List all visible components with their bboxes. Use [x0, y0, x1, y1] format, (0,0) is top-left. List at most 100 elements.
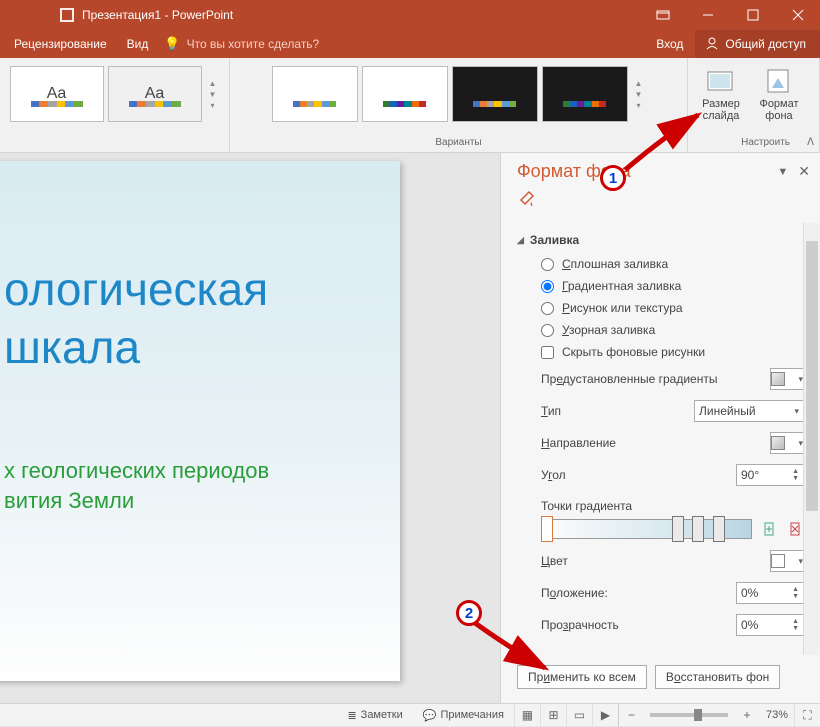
pane-header: Формат фона ▼ ✕ [501, 153, 820, 184]
variant-thumb[interactable] [362, 66, 448, 122]
radio-gradient[interactable]: Градиентная заливка [501, 275, 820, 297]
variants-up-icon[interactable]: ▲ [632, 79, 646, 88]
pane-title: Формат фона [517, 161, 777, 182]
gradient-stop[interactable] [672, 516, 684, 542]
comments-icon: 💬 [423, 709, 437, 722]
radio-pattern[interactable]: Узорная заливка [501, 319, 820, 341]
ribbon: Aa Aa ▲ ▼ ▾ ▲ ▼ ▾ Вариан [0, 58, 820, 153]
gallery-down-icon[interactable]: ▼ [206, 90, 220, 99]
type-dropdown[interactable]: Линейный▾ [694, 400, 804, 422]
minimize-icon[interactable] [685, 0, 730, 30]
format-background-button[interactable]: Формат фона [750, 62, 808, 122]
theme-thumb[interactable]: Aa [108, 66, 202, 122]
position-label: Положение: [541, 586, 736, 600]
share-button[interactable]: Общий доступ [695, 30, 820, 58]
variants-group: ▲ ▼ ▾ Варианты [230, 58, 688, 152]
pane-close-icon[interactable]: ✕ [798, 163, 810, 180]
fill-category-icon[interactable] [517, 192, 537, 212]
collapse-ribbon-icon[interactable]: ᐱ [807, 137, 814, 148]
bulb-icon: 💡 [164, 36, 180, 52]
variant-thumb[interactable] [542, 66, 628, 122]
notes-button[interactable]: ≣Заметки [337, 704, 412, 727]
title-bar: Презентация1 - PowerPoint [0, 0, 820, 30]
angle-label: Угол [541, 468, 736, 482]
radio-picture[interactable]: Рисунок или текстура [501, 297, 820, 319]
tellme-search[interactable]: 💡 Что вы хотите сделать? [164, 36, 319, 52]
field-angle: Угол 90°▲▼ [501, 459, 820, 491]
reading-view-icon[interactable]: ▭ [566, 704, 592, 727]
slide-title[interactable]: ологическаяшкала [0, 261, 400, 376]
zoom-slider[interactable] [650, 713, 728, 717]
apply-to-all-button[interactable]: Применить ко всем [517, 665, 647, 689]
theme-thumb[interactable]: Aa [10, 66, 104, 122]
slide-size-label: Размер слайда [702, 98, 740, 122]
window-title: Презентация1 - PowerPoint [82, 8, 640, 22]
collapse-triangle-icon: ◢ [517, 235, 524, 246]
tab-review[interactable]: Рецензирование [4, 30, 117, 58]
annotation-callout-1: 1 [600, 165, 626, 191]
section-fill-label: Заливка [530, 233, 579, 247]
remove-stop-icon[interactable] [786, 520, 804, 538]
share-icon [705, 36, 719, 53]
zoom-in-icon[interactable]: + [734, 704, 760, 727]
pane-footer: Применить ко всем Восстановить фон [501, 655, 820, 703]
slide-canvas[interactable]: ологическаяшкала х геологических периодо… [0, 153, 500, 703]
slideshow-view-icon[interactable]: ▶ [592, 704, 618, 727]
field-position: Положение: 0%▲▼ [501, 577, 820, 609]
zoom-out-icon[interactable]: − [618, 704, 644, 727]
slide-subtitle[interactable]: х геологических периодоввития Земли [0, 456, 400, 515]
ribbon-display-icon[interactable] [640, 0, 685, 30]
gradient-stops [501, 517, 820, 545]
variants-group-label: Варианты [435, 135, 481, 150]
pane-scrollbar[interactable] [803, 223, 820, 655]
maximize-icon[interactable] [730, 0, 775, 30]
preset-dropdown[interactable]: ▾ [770, 368, 804, 390]
comments-button[interactable]: 💬Примечания [413, 704, 514, 727]
field-direction: Направление ▾ [501, 427, 820, 459]
preset-label: Предустановленные градиенты [541, 372, 770, 386]
variants-down-icon[interactable]: ▼ [632, 90, 646, 99]
transparency-label: Прозрачность [541, 618, 736, 632]
signin-link[interactable]: Вход [644, 37, 695, 51]
customize-group: Размер слайда Формат фона Настроить [688, 58, 820, 152]
pane-menu-icon[interactable]: ▼ [777, 166, 788, 178]
variant-thumb[interactable] [272, 66, 358, 122]
field-transparency: Прозрачность 0%▲▼ [501, 609, 820, 641]
field-preset: Предустановленные градиенты ▾ [501, 363, 820, 395]
pane-body: ◢ Заливка Сплошная заливка Градиентная з… [501, 223, 820, 655]
zoom-level[interactable]: 73% [760, 704, 794, 727]
reset-background-button[interactable]: Восстановить фон [655, 665, 780, 689]
check-hide-bg[interactable]: Скрыть фоновые рисунки [501, 341, 820, 363]
direction-dropdown[interactable]: ▾ [770, 432, 804, 454]
stops-label: Точки градиента [501, 491, 820, 517]
radio-solid[interactable]: Сплошная заливка [501, 253, 820, 275]
status-bar: ≣Заметки 💬Примечания ▦ ⊞ ▭ ▶ − + 73% ⛶ [0, 703, 820, 726]
transparency-input[interactable]: 0%▲▼ [736, 614, 804, 636]
sorter-view-icon[interactable]: ⊞ [540, 704, 566, 727]
gradient-stop[interactable] [692, 516, 704, 542]
fit-window-icon[interactable]: ⛶ [794, 704, 820, 727]
pane-toolbar [501, 184, 820, 223]
gallery-more-icon[interactable]: ▾ [206, 101, 220, 110]
variant-thumb[interactable] [452, 66, 538, 122]
gallery-up-icon[interactable]: ▲ [206, 79, 220, 88]
variants-more-icon[interactable]: ▾ [632, 101, 646, 110]
slide-size-button[interactable]: Размер слайда [692, 62, 750, 122]
gradient-stop[interactable] [713, 516, 725, 542]
position-input[interactable]: 0%▲▼ [736, 582, 804, 604]
add-stop-icon[interactable] [760, 520, 778, 538]
window-controls [640, 0, 820, 30]
tab-view[interactable]: Вид [117, 30, 159, 58]
section-fill[interactable]: ◢ Заливка [501, 227, 820, 253]
main-area: ологическаяшкала х геологических периодо… [0, 153, 820, 703]
share-label: Общий доступ [725, 37, 806, 51]
direction-label: Направление [541, 436, 770, 450]
normal-view-icon[interactable]: ▦ [514, 704, 540, 727]
notes-icon: ≣ [347, 709, 356, 722]
tellme-label: Что вы хотите сделать? [187, 37, 320, 51]
gradient-bar[interactable] [541, 519, 752, 539]
gradient-stop[interactable] [541, 516, 553, 542]
color-dropdown[interactable]: ▾ [770, 550, 804, 572]
angle-input[interactable]: 90°▲▼ [736, 464, 804, 486]
close-icon[interactable] [775, 0, 820, 30]
